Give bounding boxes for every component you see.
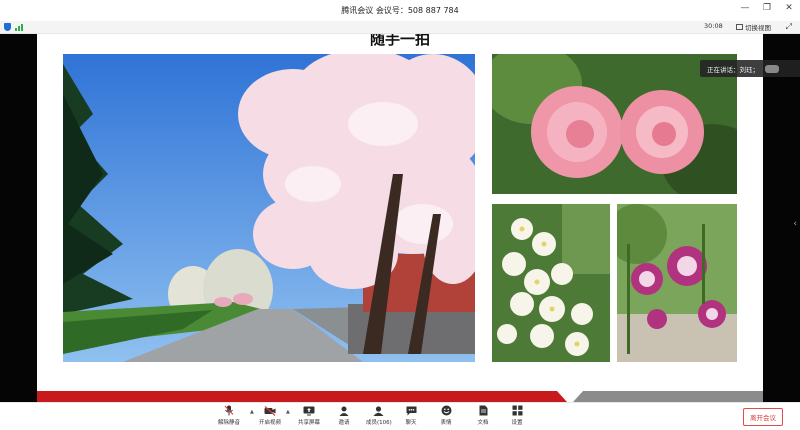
switch-view-label: 切换视图: [745, 24, 771, 32]
leave-meeting-button[interactable]: 离开会议: [743, 408, 783, 426]
slide-footer-red-band: [37, 391, 557, 402]
invite-button[interactable]: 邀请: [338, 405, 350, 426]
chat-icon: [405, 405, 417, 416]
screen-share-icon: [303, 405, 315, 416]
slide-footer-red-tail: [557, 391, 567, 402]
close-icon[interactable]: ✕: [784, 3, 794, 13]
audio-options-caret-icon[interactable]: ▲: [250, 409, 254, 415]
security-shield-icon[interactable]: [4, 23, 11, 31]
speaking-indicator: 正在讲话：刘珏；: [700, 60, 800, 77]
document-icon: [477, 405, 489, 416]
camera-off-icon: [264, 405, 276, 416]
invite-icon: [338, 405, 350, 416]
members-icon: [373, 405, 385, 416]
chat-button[interactable]: 聊天: [405, 405, 417, 426]
invite-label: 邀请: [338, 420, 350, 426]
documents-label: 文档: [477, 420, 489, 426]
window-title: 腾讯会议 会议号：508 887 784: [341, 6, 459, 15]
fullscreen-icon[interactable]: ⤢: [786, 22, 792, 32]
emoji-icon: [440, 405, 452, 416]
chevron-left-icon[interactable]: ‹: [793, 219, 797, 229]
members-label: 成员(106): [366, 420, 392, 426]
title-bar: 腾讯会议 会议号：508 887 784 — ❐ ✕: [0, 0, 800, 21]
slide-footer-grey-tail: [573, 391, 583, 402]
speaking-label: 正在讲话：刘珏；: [707, 65, 759, 74]
slide-footer-grey-band: [583, 391, 763, 402]
meeting-timer: 30:08: [704, 22, 723, 30]
mic-muted-icon: [223, 405, 235, 416]
start-video-label: 开启视频: [259, 420, 282, 426]
video-options-caret-icon[interactable]: ▲: [286, 409, 290, 415]
share-screen-label: 共享屏幕: [298, 420, 321, 426]
blossom-tree-photo: [63, 54, 475, 362]
settings-label: 设置: [511, 420, 523, 426]
members-button[interactable]: 成员(106): [366, 405, 392, 426]
network-signal-icon[interactable]: [15, 24, 23, 31]
settings-icon: [511, 405, 523, 416]
meeting-window: 腾讯会议 会议号：508 887 784 — ❐ ✕ 30:08 切换视图 ⤢ …: [0, 0, 800, 430]
switch-view-button[interactable]: 切换视图: [736, 22, 771, 32]
white-flowers-photo: [492, 204, 610, 362]
purple-flowers-photo: [617, 204, 737, 362]
chat-label: 聊天: [405, 420, 417, 426]
meeting-toolbar: 解除静音 ▲ 开启视频 ▲ 共享屏幕 邀请 成员(106) 聊天 表情 文档 设…: [0, 402, 800, 430]
emoji-label: 表情: [440, 420, 452, 426]
speaker-avatar: [765, 64, 779, 73]
restore-icon[interactable]: ❐: [762, 3, 772, 13]
status-bar: 30:08 切换视图 ⤢: [0, 21, 800, 34]
minimize-icon[interactable]: —: [740, 3, 750, 13]
emoji-button[interactable]: 表情: [440, 405, 452, 426]
share-screen-button[interactable]: 共享屏幕: [298, 405, 320, 426]
grid-view-icon: [736, 24, 743, 30]
documents-button[interactable]: 文档: [477, 405, 489, 426]
presentation-slide: 随手一拍: [37, 34, 763, 402]
start-video-button[interactable]: 开启视频: [259, 405, 281, 426]
window-controls: — ❐ ✕: [740, 3, 794, 13]
unmute-label: 解除静音: [218, 420, 241, 426]
shared-screen: 随手一拍 正在讲话：刘珏； ‹: [0, 34, 800, 402]
slide-title: 随手一拍: [369, 34, 430, 48]
unmute-button[interactable]: 解除静音: [218, 405, 240, 426]
settings-button[interactable]: 设置: [511, 405, 523, 426]
